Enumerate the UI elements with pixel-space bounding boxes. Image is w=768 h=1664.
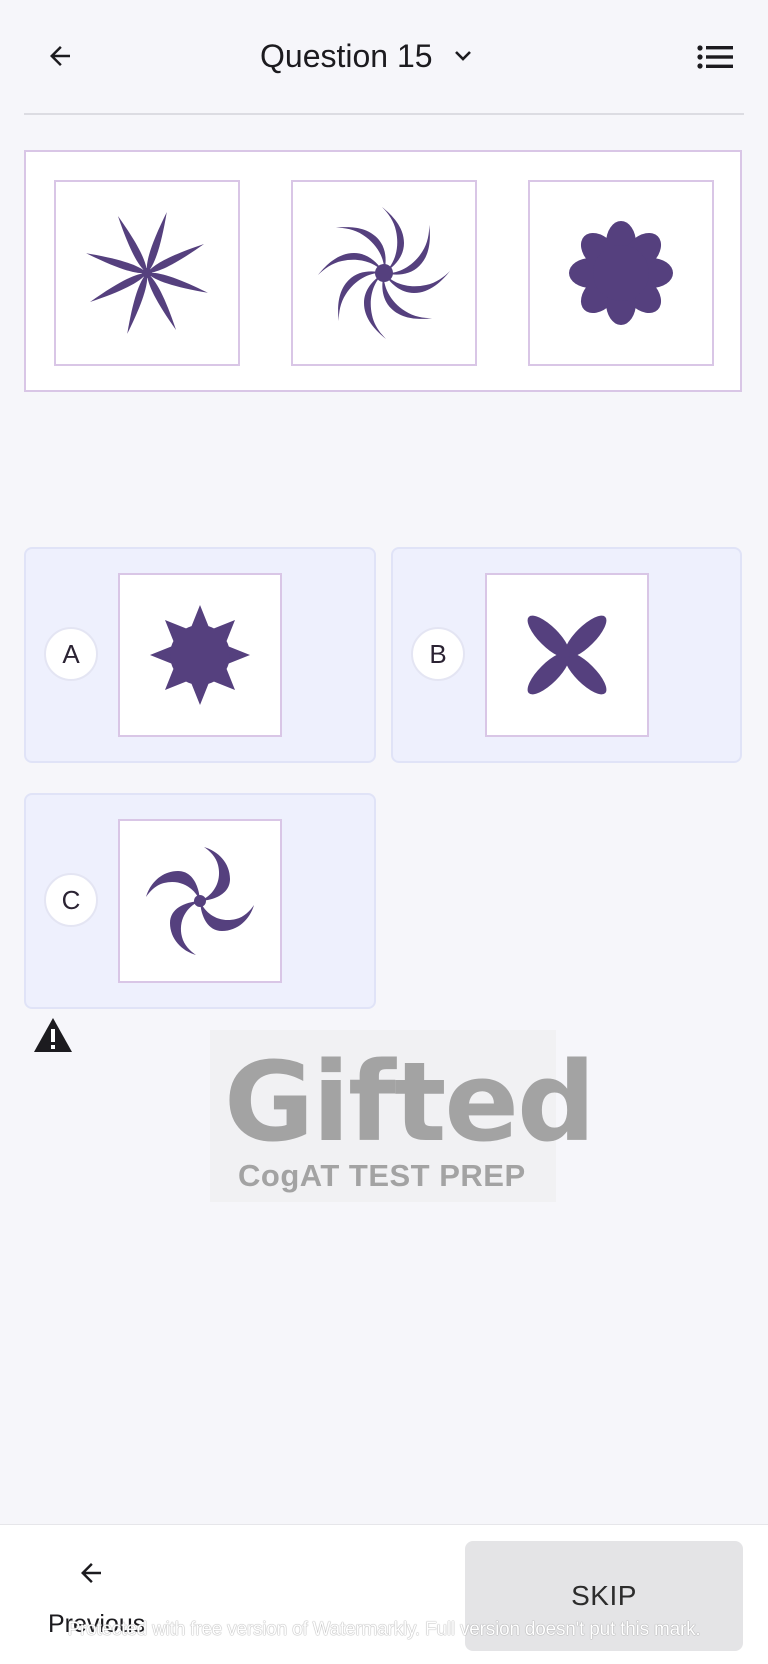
list-icon <box>697 45 733 69</box>
four-petal-x-figure <box>527 615 607 695</box>
answer-letter: A <box>44 627 98 681</box>
logo-subtitle: CogAT TEST PREP <box>238 1158 526 1193</box>
question-selector[interactable]: Question 15 <box>260 30 475 82</box>
header-divider <box>24 113 744 115</box>
spiral-four-arms-figure <box>146 847 254 955</box>
answer-option-c[interactable]: C <box>24 793 376 1009</box>
answer-option-a[interactable]: A <box>24 547 376 763</box>
chevron-down-icon <box>454 51 471 61</box>
answer-letter: B <box>411 627 465 681</box>
question-panel <box>24 150 742 392</box>
back-button[interactable] <box>36 32 84 80</box>
answer-figure <box>485 573 649 737</box>
arrow-left-icon <box>50 46 70 66</box>
report-warning-icon[interactable] <box>32 1016 74 1054</box>
eight-point-star-figure <box>150 605 250 705</box>
answer-option-b[interactable]: B <box>391 547 742 763</box>
question-list-button[interactable] <box>690 32 740 82</box>
eight-petal-flower-figure <box>569 221 673 325</box>
gifted-logo-watermark: Gifted CogAT TEST PREP <box>210 1030 596 1202</box>
answer-figure <box>118 573 282 737</box>
question-figure-1 <box>54 180 240 366</box>
answer-figure <box>118 819 282 983</box>
arrow-left-icon <box>81 1563 101 1583</box>
logo-word: Gifted <box>224 1038 596 1166</box>
watermark-text: Protected with free version of Watermark… <box>67 1619 701 1640</box>
spiral-eight-arms-figure <box>318 207 450 339</box>
question-figure-3 <box>528 180 714 366</box>
question-figure-2 <box>291 180 477 366</box>
page-title: Question 15 <box>260 37 433 74</box>
answer-letter: C <box>44 873 98 927</box>
eight-ray-star-figure <box>86 212 208 334</box>
